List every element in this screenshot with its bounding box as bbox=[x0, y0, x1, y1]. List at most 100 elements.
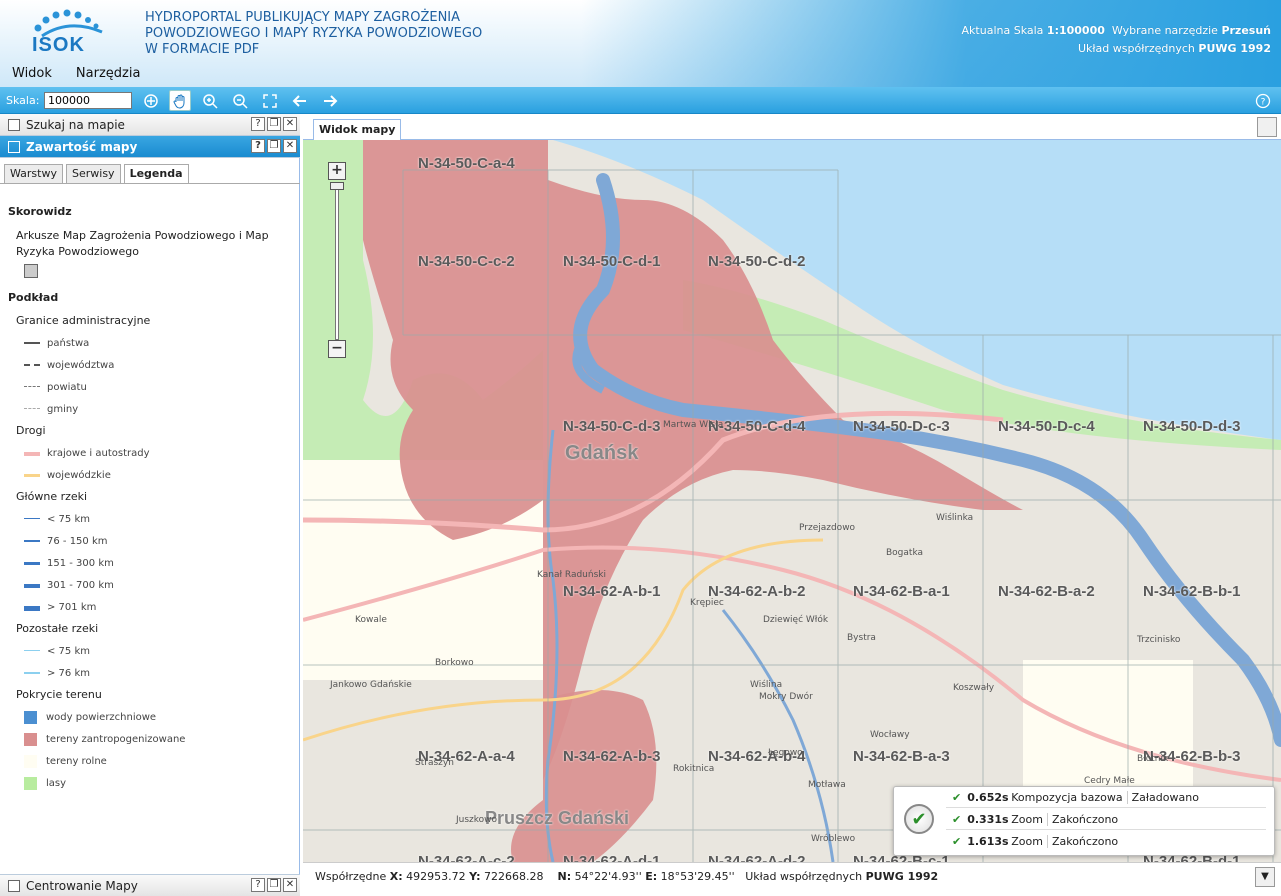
legend-symbol bbox=[24, 776, 37, 790]
zoom-slider[interactable]: + − bbox=[328, 162, 348, 362]
zoom-in-icon[interactable] bbox=[199, 90, 221, 111]
map-sheet-label: N-34-50-D-c-3 bbox=[853, 418, 950, 435]
zoom-handle[interactable] bbox=[330, 182, 344, 190]
legend-group-title: Granice administracyjne bbox=[16, 314, 151, 327]
status-state: Załadowano bbox=[1131, 790, 1199, 804]
legend-group-title: Pokrycie terenu bbox=[16, 688, 102, 701]
content-panel-header[interactable]: Zawartość mapy ? ❐ ✕ bbox=[0, 136, 300, 158]
arrow-forward-icon[interactable] bbox=[319, 90, 341, 111]
map-sheet-label: N-34-50-D-c-4 bbox=[998, 418, 1095, 435]
map-sheet-label: N-34-62-A-c-2 bbox=[418, 853, 515, 862]
centrowanie-panel-buttons: ? ❐ ✕ bbox=[251, 878, 297, 892]
toolbar: Skala: ? bbox=[0, 87, 1281, 114]
full-extent-icon[interactable] bbox=[259, 90, 281, 111]
logo-text: ISOK bbox=[32, 34, 85, 56]
menu-bar: Widok Narzędzia bbox=[0, 64, 152, 86]
help-button[interactable]: ? bbox=[251, 117, 265, 131]
status-bar: Współrzędne X: 492953.72 Y: 722668.28 N:… bbox=[303, 862, 1281, 890]
grid-icon bbox=[8, 140, 20, 153]
tab-legenda[interactable]: Legenda bbox=[123, 164, 189, 184]
crs-info-label: Układ współrzędnych bbox=[1078, 42, 1195, 55]
legend-symbol bbox=[24, 404, 40, 414]
close-button[interactable]: ✕ bbox=[283, 139, 297, 153]
legend-symbol bbox=[24, 558, 40, 568]
tab-warstwy[interactable]: Warstwy bbox=[4, 164, 63, 184]
legend-item-label: tereny rolne bbox=[46, 755, 107, 767]
pan-hand-icon[interactable] bbox=[169, 90, 191, 111]
status-time: 0.652s bbox=[967, 790, 1009, 804]
legend-symbol bbox=[24, 580, 40, 590]
legend-item-label: lasy bbox=[46, 777, 67, 789]
status-state: Zakończono bbox=[1051, 835, 1119, 848]
restore-button[interactable]: ❐ bbox=[267, 878, 281, 892]
map-view[interactable]: N-34-50-C-a-4 N-34-50-C-c-2 N-34-50-C-d-1 N… bbox=[303, 140, 1281, 862]
map-sheet-label: N-34-50-C-c-2 bbox=[418, 253, 515, 270]
legend-symbol bbox=[24, 536, 40, 546]
n-value: 54°22'4.93'' bbox=[574, 870, 642, 883]
map-sheet-label: N-34-62-B-b-1 bbox=[1143, 583, 1241, 600]
content-tabs: Warstwy Serwisy Legenda bbox=[4, 164, 189, 184]
title-line-3: W FORMACIE PDF bbox=[145, 42, 260, 57]
legend-symbol bbox=[24, 382, 40, 392]
status-state: Zakończono bbox=[1051, 812, 1119, 826]
close-button[interactable]: ✕ bbox=[283, 117, 297, 131]
arrow-back-icon[interactable] bbox=[289, 90, 311, 111]
search-panel-header[interactable]: Szukaj na mapie ? ❐ ✕ bbox=[0, 114, 300, 136]
page-title: HYDROPORTAL PUBLIKUJĄCY MAPY ZAGROŻENIA … bbox=[145, 10, 485, 58]
coords-label: Współrzędne bbox=[315, 870, 387, 883]
menu-narzedzia[interactable]: Narzędzia bbox=[64, 64, 153, 86]
legend-item: państwa bbox=[24, 332, 293, 354]
zoom-track[interactable] bbox=[335, 182, 339, 340]
legend-group-title: Główne rzeki bbox=[16, 490, 88, 503]
map-place-label: Motława bbox=[808, 780, 846, 790]
legend-symbol bbox=[24, 470, 40, 480]
n-label: N: bbox=[557, 870, 572, 883]
zoom-in-button[interactable]: + bbox=[328, 162, 346, 180]
menu-widok[interactable]: Widok bbox=[0, 64, 64, 86]
title-line-2: POWODZIOWEGO I MAPY RYZYKA POWODZIOWEGO bbox=[145, 26, 483, 41]
x-value: 492953.72 bbox=[406, 870, 466, 883]
zoom-out-button[interactable]: − bbox=[328, 340, 346, 358]
status-popup: ✔ ✔ 0.652s Kompozycja bazowa Załadowano … bbox=[893, 786, 1275, 856]
legend-item: krajowe i autostrady bbox=[24, 442, 293, 464]
scale-input[interactable] bbox=[44, 92, 132, 109]
tab-serwisy[interactable]: Serwisy bbox=[66, 164, 121, 184]
status-row: ✔ 1.613s Zoom Zakończono bbox=[946, 831, 1266, 852]
legend-item-label: krajowe i autostrady bbox=[47, 447, 150, 459]
help-button[interactable]: ? bbox=[251, 139, 265, 153]
sb-crs-label: Układ współrzędnych bbox=[745, 870, 863, 883]
centrowanie-panel-header[interactable]: Centrowanie Mapy ? ❐ ✕ bbox=[0, 874, 300, 896]
legend-item: wody powierzchniowe bbox=[24, 706, 293, 728]
status-op: Kompozycja bazowa bbox=[1011, 790, 1128, 804]
legend-item: tereny zantropogenizowane bbox=[24, 728, 293, 750]
map-place-label: Martwa Wisła bbox=[663, 420, 724, 430]
status-time: 1.613s bbox=[967, 835, 1009, 848]
restore-button[interactable]: ❐ bbox=[267, 139, 281, 153]
map-sheet-label: N-34-62-B-a-3 bbox=[853, 748, 950, 765]
legend-item: < 75 km bbox=[24, 508, 293, 530]
help-icon[interactable]: ? bbox=[1252, 90, 1274, 111]
legend-item: < 75 km bbox=[24, 640, 293, 662]
map-sheet-label: N-34-50-C-d-1 bbox=[563, 253, 661, 270]
restore-button[interactable]: ❐ bbox=[267, 117, 281, 131]
legend-item-label: wojewódzkie bbox=[47, 469, 111, 481]
expand-icon[interactable]: ▼ bbox=[1255, 867, 1275, 887]
close-button[interactable]: ✕ bbox=[283, 878, 297, 892]
status-row: ✔ 0.652s Kompozycja bazowa Załadowano bbox=[946, 787, 1266, 808]
map-sheet-label: N-34-62-A-b-1 bbox=[563, 583, 661, 600]
check-icon: ✔ bbox=[952, 835, 962, 848]
tool-info-value: Przesuń bbox=[1221, 24, 1271, 37]
map-tool-icon[interactable] bbox=[1257, 117, 1277, 137]
legend-item-label: gminy bbox=[47, 403, 79, 415]
map-place-label: Błotnik bbox=[1137, 754, 1169, 764]
legend-item: tereny rolne bbox=[24, 750, 293, 772]
legend-item: wojewódzkie bbox=[24, 464, 293, 486]
zoom-out-icon[interactable] bbox=[229, 90, 251, 111]
legend-item-label: wody powierzchniowe bbox=[46, 711, 157, 723]
map-place-label: Borkowo bbox=[435, 658, 474, 668]
left-panel: Szukaj na mapie ? ❐ ✕ Zawartość mapy ? ❐… bbox=[0, 114, 300, 896]
zoom-to-point-icon[interactable] bbox=[140, 90, 162, 111]
check-icon: ✔ bbox=[952, 790, 962, 804]
tab-widok-mapy[interactable]: Widok mapy bbox=[313, 119, 402, 140]
help-button[interactable]: ? bbox=[251, 878, 265, 892]
